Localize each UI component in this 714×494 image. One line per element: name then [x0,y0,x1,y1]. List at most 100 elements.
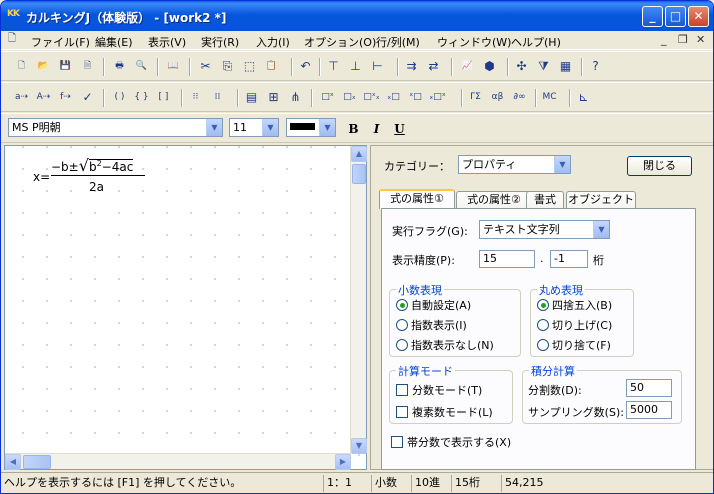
menu-help[interactable]: ヘルプ(H) [511,34,561,50]
vertical-scroll-thumb[interactable] [352,164,366,184]
tab-formula-attr-2[interactable]: 式の属性② [456,191,532,209]
scroll-left-button[interactable]: ◀ [5,454,21,470]
3d-graph-icon[interactable]: ⬢ [481,58,498,75]
radio-ceil[interactable]: 切り上げ(C) [537,317,612,333]
close-panel-button[interactable]: 閉じる [627,156,692,176]
function-icon[interactable]: f⇢ [57,89,74,106]
maximize-button[interactable]: □ [665,6,686,27]
copy-icon[interactable]: ⎘ [219,58,236,75]
scroll-up-button[interactable]: ▲ [351,146,367,162]
mdi-close-button[interactable]: ✕ [696,33,705,46]
context-help-icon[interactable]: ? [587,58,604,75]
title-bar[interactable]: KK カルキングJ（体験版） - [work2 *] _ □ ✕ [1,1,713,31]
font-size-select[interactable]: 11 ▼ [229,118,279,137]
sampling-input[interactable]: 5000 [626,401,672,419]
check-icon[interactable]: ✓ [79,89,96,106]
print-icon[interactable]: 🖶 [111,58,128,75]
select-box-icon[interactable]: ⬚ [241,58,258,75]
tab-format[interactable]: 書式 [526,191,564,209]
menu-options[interactable]: オプション(O) [304,34,376,50]
bold-button[interactable]: B [345,121,362,138]
radio-auto[interactable]: 自動設定(A) [396,297,471,313]
color-select[interactable]: ▼ [286,118,336,137]
menu-edit[interactable]: 編集(E) [95,34,133,50]
division-input[interactable]: 50 [626,379,672,397]
export-icon[interactable]: 🗎 [79,58,96,75]
axis-icon[interactable]: ⊾ [575,89,592,106]
save-icon[interactable]: 💾 [57,58,74,75]
pre-sup-icon[interactable]: ˣ□ [407,89,424,106]
align-center-icon[interactable]: ⊤ [325,58,342,75]
minimize-button[interactable]: _ [642,6,663,27]
superscript-icon[interactable]: □ˣ [319,89,336,106]
greek-upper-icon[interactable]: ΓΣ [467,89,484,106]
radio-no-exponent[interactable]: 指数表示なし(N) [396,337,494,353]
open-icon[interactable]: 📂 [35,58,52,75]
parens-icon[interactable]: ( ) [111,89,128,106]
network-icon[interactable]: ✣ [513,58,530,75]
matrix-icon[interactable]: ⁝⁝ [187,89,204,106]
toolbar-separator [535,89,537,107]
assign-icon[interactable]: ⇉ [403,58,420,75]
underline-button[interactable]: U [391,121,408,138]
new-icon[interactable]: 🗋 [13,58,30,75]
book-icon[interactable]: 📖 [165,58,182,75]
table-icon[interactable]: ▤ [243,89,260,106]
menu-input[interactable]: 入力(I) [256,34,290,50]
menu-window[interactable]: ウィンドウ(W) [437,34,511,50]
subscript-icon[interactable]: □ₓ [341,89,358,106]
horizontal-scroll-thumb[interactable] [23,455,51,469]
precision-input[interactable]: 15 [479,250,535,268]
pre-sub-icon[interactable]: ₓ□ [385,89,402,106]
checkbox-fraction-mode[interactable]: 分数モード(T) [396,382,482,398]
menu-row-col[interactable]: 行/列(M) [376,34,420,50]
filter-icon[interactable]: ⧩ [535,58,552,75]
print-preview-icon[interactable]: 🔍 [133,58,150,75]
graph-icon[interactable]: 📈 [459,58,476,75]
braces-icon[interactable]: { } [133,89,150,106]
greek-lower-icon[interactable]: αβ [489,89,506,106]
variable-bold-icon[interactable]: A⇢ [35,89,52,106]
radio-floor[interactable]: 切り捨て(F) [537,337,611,353]
tree-icon[interactable]: ⋔ [287,89,304,106]
symbol-icon[interactable]: ∂∞ [511,89,528,106]
vector-icon[interactable]: ⁞⁞ [209,89,226,106]
category-select[interactable]: プロパティ ▼ [458,155,571,174]
close-button[interactable]: ✕ [688,6,709,27]
radio-exponent[interactable]: 指数表示(I) [396,317,467,333]
insert-row-icon[interactable]: ⊞ [265,89,282,106]
checkbox-complex-mode[interactable]: 複素数モード(L) [396,404,493,420]
italic-button[interactable]: I [368,121,385,138]
checkbox-mixed-fraction[interactable]: 帯分数で表示する(X) [391,434,511,450]
mdi-restore-button[interactable]: ❐ [678,33,688,46]
radio-round[interactable]: 四捨五入(B) [537,297,612,313]
toolbar-separator [103,89,105,107]
formula-editor[interactable]: x= −b±√b2−4ac 2a ▲ ▼ ◀ ▶ [4,145,367,470]
sup-sub-icon[interactable]: □ˣₓ [363,89,380,106]
macro-icon[interactable]: MC [541,89,558,106]
variable-icon[interactable]: a⇢ [13,89,30,106]
clear-assign-icon[interactable]: ⇄ [425,58,442,75]
tab-object[interactable]: オブジェクト [566,191,636,209]
menu-run[interactable]: 実行(R) [201,34,239,50]
mdi-minimize-button[interactable]: _ [661,33,667,46]
precision-decimals-input[interactable]: -1 [550,250,588,268]
font-select[interactable]: MS P明朝 ▼ [8,118,223,137]
tab-formula-attr-1[interactable]: 式の属性① [379,189,455,209]
document-icon[interactable]: 🗋 [5,32,19,46]
cut-icon[interactable]: ✂ [197,58,214,75]
vertical-scrollbar[interactable]: ▲ ▼ [350,146,367,454]
menu-view[interactable]: 表示(V) [148,34,186,50]
over-under-icon[interactable]: ₓ□ˣ [429,89,446,106]
undo-icon[interactable]: ↶ [297,58,314,75]
align-equal-icon[interactable]: ⊥ [347,58,364,75]
scroll-right-button[interactable]: ▶ [335,454,351,470]
scroll-down-button[interactable]: ▼ [351,438,367,454]
horizontal-scrollbar[interactable]: ◀ ▶ [5,453,351,470]
grid-toggle-icon[interactable]: ▦ [557,58,574,75]
brackets-icon[interactable]: [ ] [155,89,172,106]
exec-flag-select[interactable]: テキスト文字列 ▼ [479,220,610,239]
menu-file[interactable]: ファイル(F) [31,34,90,50]
align-left-icon[interactable]: ⊢ [369,58,386,75]
paste-icon[interactable]: 📋 [263,58,280,75]
